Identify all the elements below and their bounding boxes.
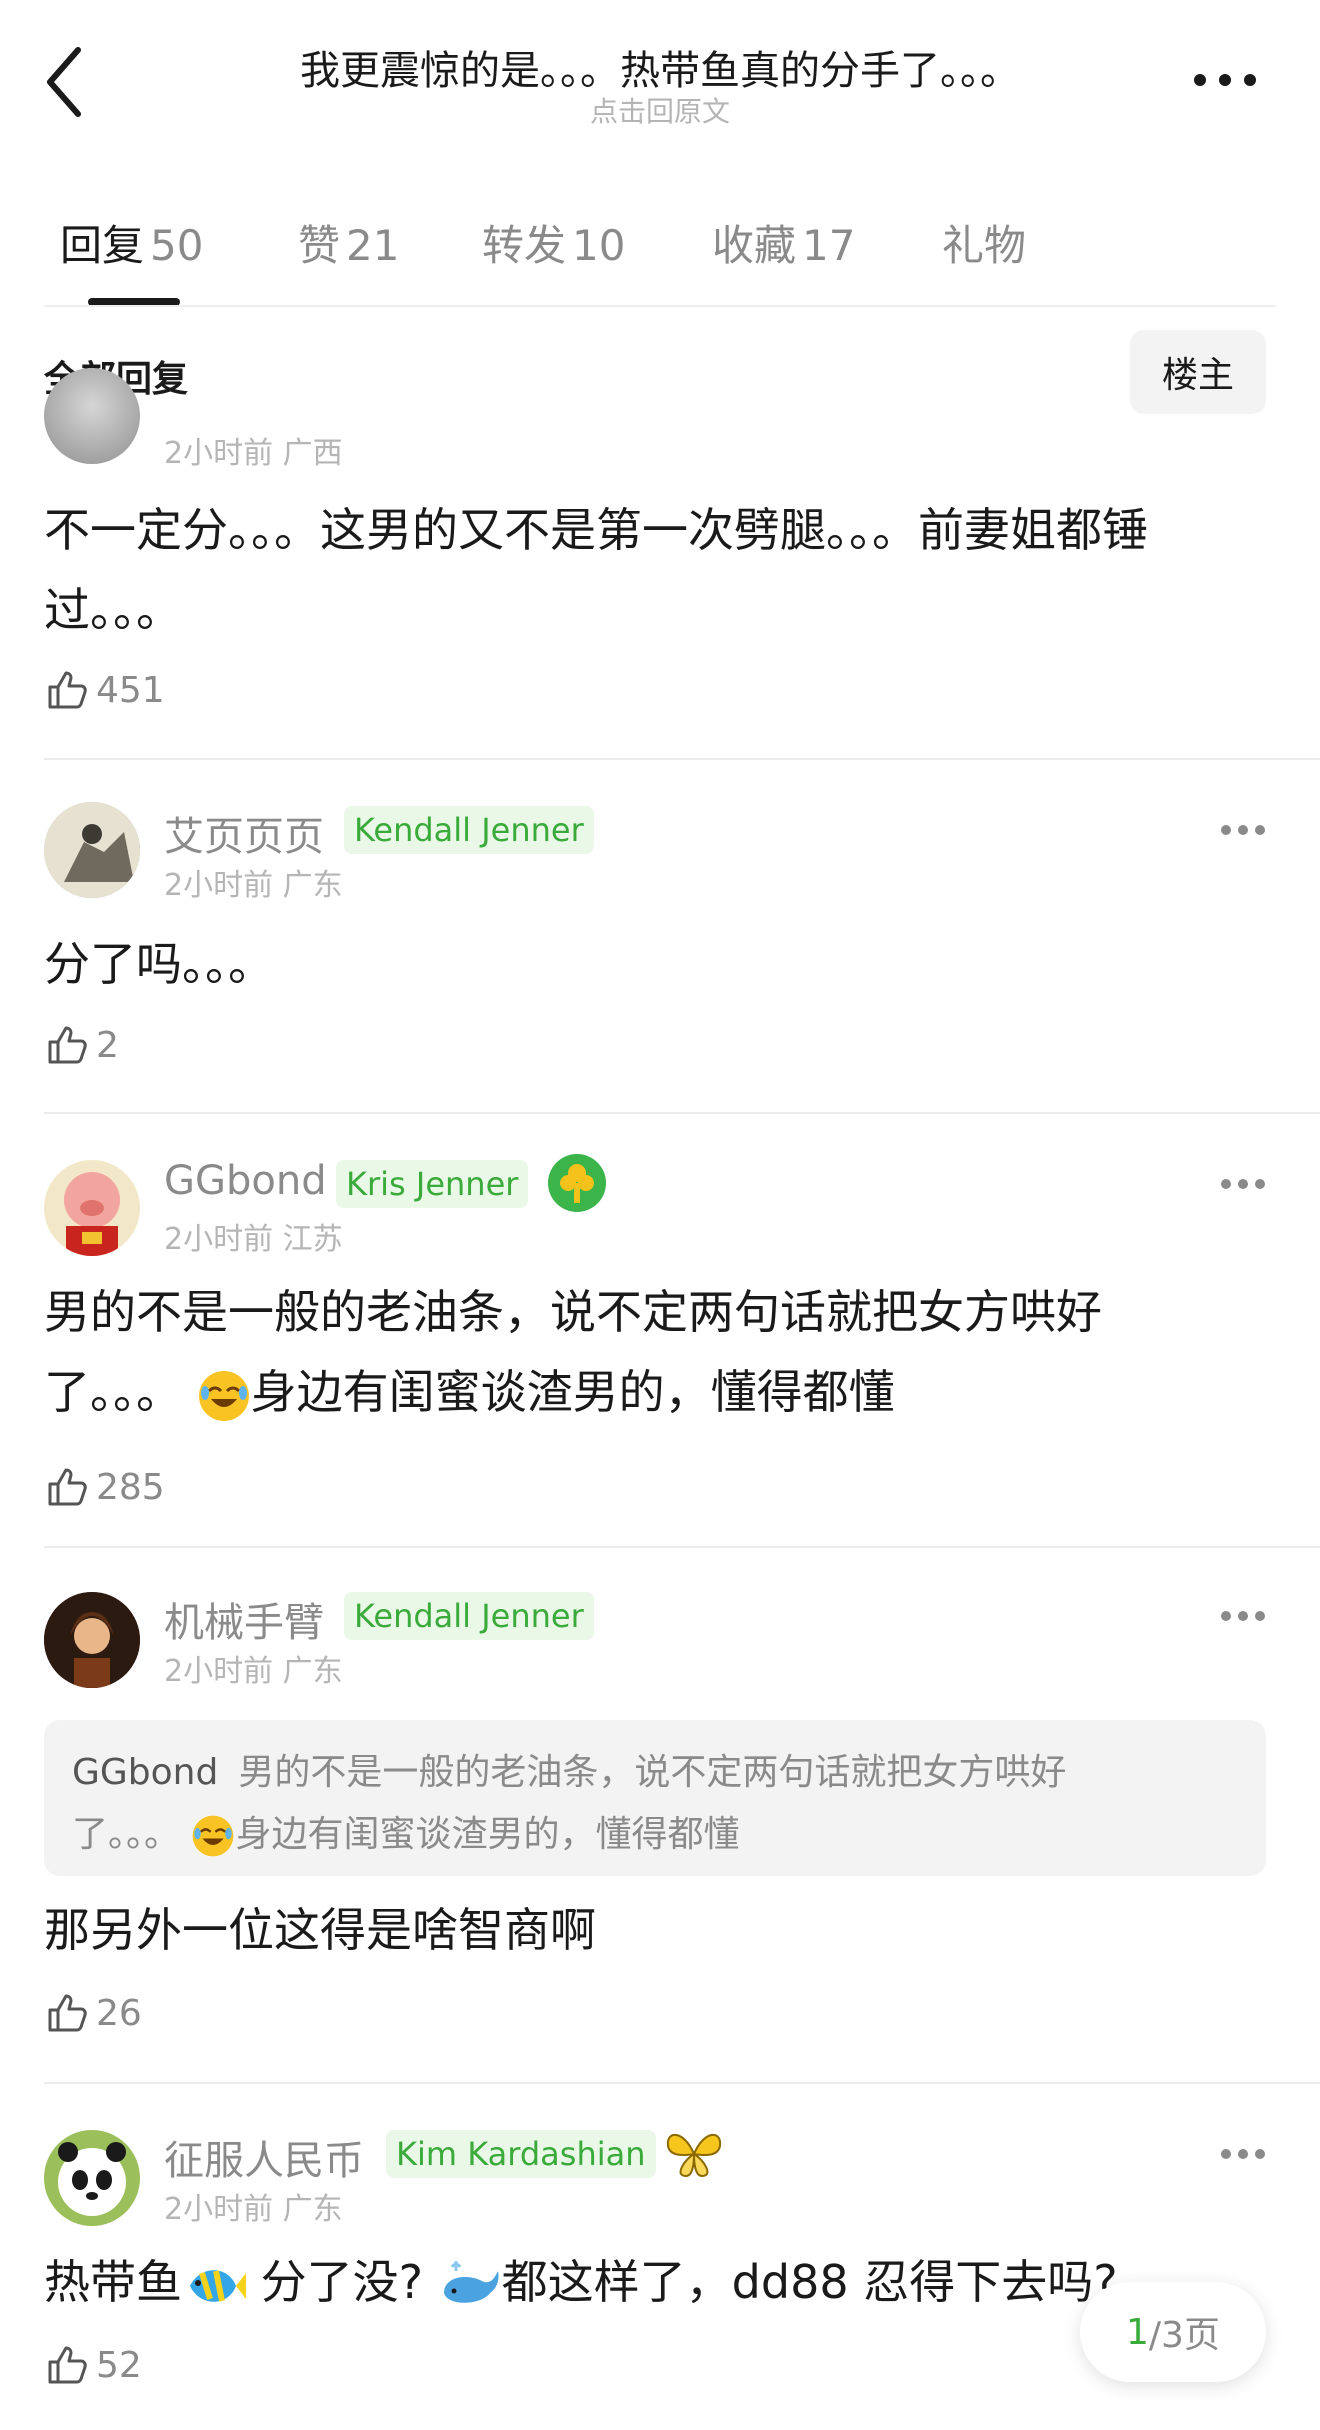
user-tag: Kendall Jenner (344, 1592, 594, 1640)
whale-emoji-icon (443, 2260, 499, 2303)
tab-label: 转发 (482, 221, 567, 270)
comment-text-line: 男的不是一般的老油条，说不定两句话就把女方哄好 (44, 1285, 1102, 1339)
like-count: 2 (96, 1024, 119, 1066)
like-button[interactable]: 2 (44, 1020, 119, 1070)
like-count: 285 (96, 1466, 165, 1508)
tab-label: 回复 (60, 221, 145, 270)
user-tag: Kendall Jenner (344, 806, 594, 854)
quoted-text-line: GGbond 男的不是一般的老油条，说不定两句话就把女方哄好 (72, 1742, 1238, 1804)
avatar[interactable] (44, 1592, 140, 1688)
thumbs-up-icon (48, 1468, 87, 1506)
comment-meta: 2小时前 广东 (164, 1654, 343, 1689)
comment-text[interactable]: 热带鱼 分了没? 都这样了，dd88 忍得下去吗? (44, 2242, 1244, 2322)
quoted-text-fragment: 了。。。 (72, 1814, 181, 1855)
avatar-illustration (64, 1172, 120, 1256)
thumbs-up-icon (48, 1994, 87, 2032)
username[interactable]: 征服人民币 (164, 2128, 364, 2186)
tab-replies[interactable]: 回复 50 (60, 212, 203, 273)
username[interactable]: 艾页页页 (164, 804, 324, 862)
laughing-emoji-icon (193, 1815, 234, 1857)
divider (44, 758, 1320, 760)
more-dots-icon[interactable] (1220, 1610, 1266, 1622)
tab-favorites[interactable]: 收藏 17 (712, 212, 855, 273)
page-title[interactable]: 我更震惊的是。。。热带鱼真的分手了。。。 (180, 38, 1140, 96)
comment-meta: 2小时前 广西 (164, 436, 343, 471)
tab-likes[interactable]: 赞 21 (298, 212, 399, 273)
like-count: 451 (96, 669, 165, 711)
tab-count: 17 (802, 221, 856, 270)
quoted-reply[interactable]: GGbond 男的不是一般的老油条，说不定两句话就把女方哄好 了。。。 身边有闺蜜… (44, 1720, 1266, 1876)
avatar-illustration (44, 1592, 140, 1688)
quoted-text-fragment: 身边有闺蜜谈渣男的，懂得都懂 (235, 1814, 740, 1855)
divider (44, 305, 1276, 307)
comment-text[interactable]: 男的不是一般的老油条，说不定两句话就把女方哄好 了。。。 身边有闺蜜谈渣男的，懂… (44, 1272, 1244, 1432)
tab-label: 赞 (298, 221, 341, 270)
avatar[interactable] (44, 1160, 140, 1256)
comment-text-fragment: 身边有闺蜜谈渣男的，懂得都懂 (250, 1365, 895, 1419)
tab-gifts[interactable]: 礼物 (942, 212, 1026, 273)
comment-text-fragment: 都这样了，dd88 忍得下去吗? (501, 2255, 1118, 2309)
comment-text[interactable]: 分了吗。。。 (44, 924, 1244, 1004)
thumbs-up-icon (48, 671, 87, 709)
comment-text-fragment: 热带鱼 (44, 2255, 182, 2309)
comment-text-line: 了。。。 身边有闺蜜谈渣男的，懂得都懂 (44, 1352, 1244, 1432)
more-dots-icon[interactable] (1220, 824, 1266, 836)
flower-badge-icon (548, 1154, 606, 1212)
more-dots-icon[interactable] (1220, 1178, 1266, 1190)
tab-label: 收藏 (712, 221, 797, 270)
back-to-original-link[interactable]: 点击回原文 (0, 90, 1320, 130)
username[interactable]: GGbond (164, 1158, 327, 1204)
like-count: 26 (96, 1992, 142, 2034)
op-only-button[interactable]: 楼主 (1130, 330, 1266, 414)
tropical-fish-emoji-icon (190, 2269, 246, 2302)
thumbs-up-icon (48, 2346, 87, 2384)
username[interactable]: 机械手臂 (164, 1590, 324, 1648)
user-tag: Kris Jenner (336, 1160, 529, 1208)
user-tag: Kim Kardashian (386, 2130, 656, 2178)
butterfly-badge-icon (666, 2134, 722, 2178)
tab-bar: 回复 50 赞 21 转发 10 收藏 17 礼物 (0, 190, 1320, 310)
like-button[interactable]: 52 (44, 2340, 142, 2390)
thumbs-up-icon (48, 1026, 87, 1064)
quoted-username: GGbond (72, 1752, 219, 1793)
like-count: 52 (96, 2344, 142, 2386)
comment-text[interactable]: 不一定分。。。这男的又不是第一次劈腿。。。前妻姐都锤过。。。 (44, 490, 1244, 650)
tab-reposts[interactable]: 转发 10 (482, 212, 625, 273)
avatar-illustration (44, 802, 140, 898)
divider (44, 1546, 1320, 1548)
avatar-illustration (44, 2130, 140, 2226)
comment-text-fragment: 了。。。 (44, 1365, 182, 1419)
tab-count: 21 (346, 221, 400, 270)
like-button[interactable]: 26 (44, 1988, 142, 2038)
top-bar: 我更震惊的是。。。热带鱼真的分手了。。。 点击回原文 (0, 0, 1320, 150)
more-dots-icon[interactable] (1220, 2148, 1266, 2160)
quoted-text-line: 了。。。 身边有闺蜜谈渣男的，懂得都懂 (72, 1804, 1238, 1866)
divider (44, 1112, 1320, 1114)
avatar[interactable] (44, 2130, 140, 2226)
comment-text-fragment: 分了没? (260, 2255, 424, 2309)
avatar[interactable] (44, 368, 140, 464)
current-page: 1 (1126, 2311, 1149, 2353)
like-button[interactable]: 451 (44, 665, 165, 715)
tab-label: 礼物 (942, 221, 1027, 270)
tab-count: 50 (150, 221, 204, 270)
page-total: /3页 (1148, 2315, 1220, 2356)
quoted-text-fragment: 男的不是一般的老油条，说不定两句话就把女方哄好 (238, 1752, 1067, 1793)
tab-count: 10 (572, 221, 626, 270)
laughing-emoji-icon (198, 1370, 249, 1421)
comment-meta: 2小时前 广东 (164, 2192, 343, 2227)
more-dots-icon[interactable] (1190, 70, 1260, 90)
comment-meta: 2小时前 江苏 (164, 1222, 343, 1257)
comment-text[interactable]: 那另外一位这得是啥智商啊 (44, 1890, 1244, 1970)
comment-meta: 2小时前 广东 (164, 868, 343, 903)
divider (44, 2082, 1320, 2084)
like-button[interactable]: 285 (44, 1462, 165, 1512)
avatar[interactable] (44, 802, 140, 898)
page-indicator[interactable]: 1/3页 (1080, 2282, 1266, 2382)
